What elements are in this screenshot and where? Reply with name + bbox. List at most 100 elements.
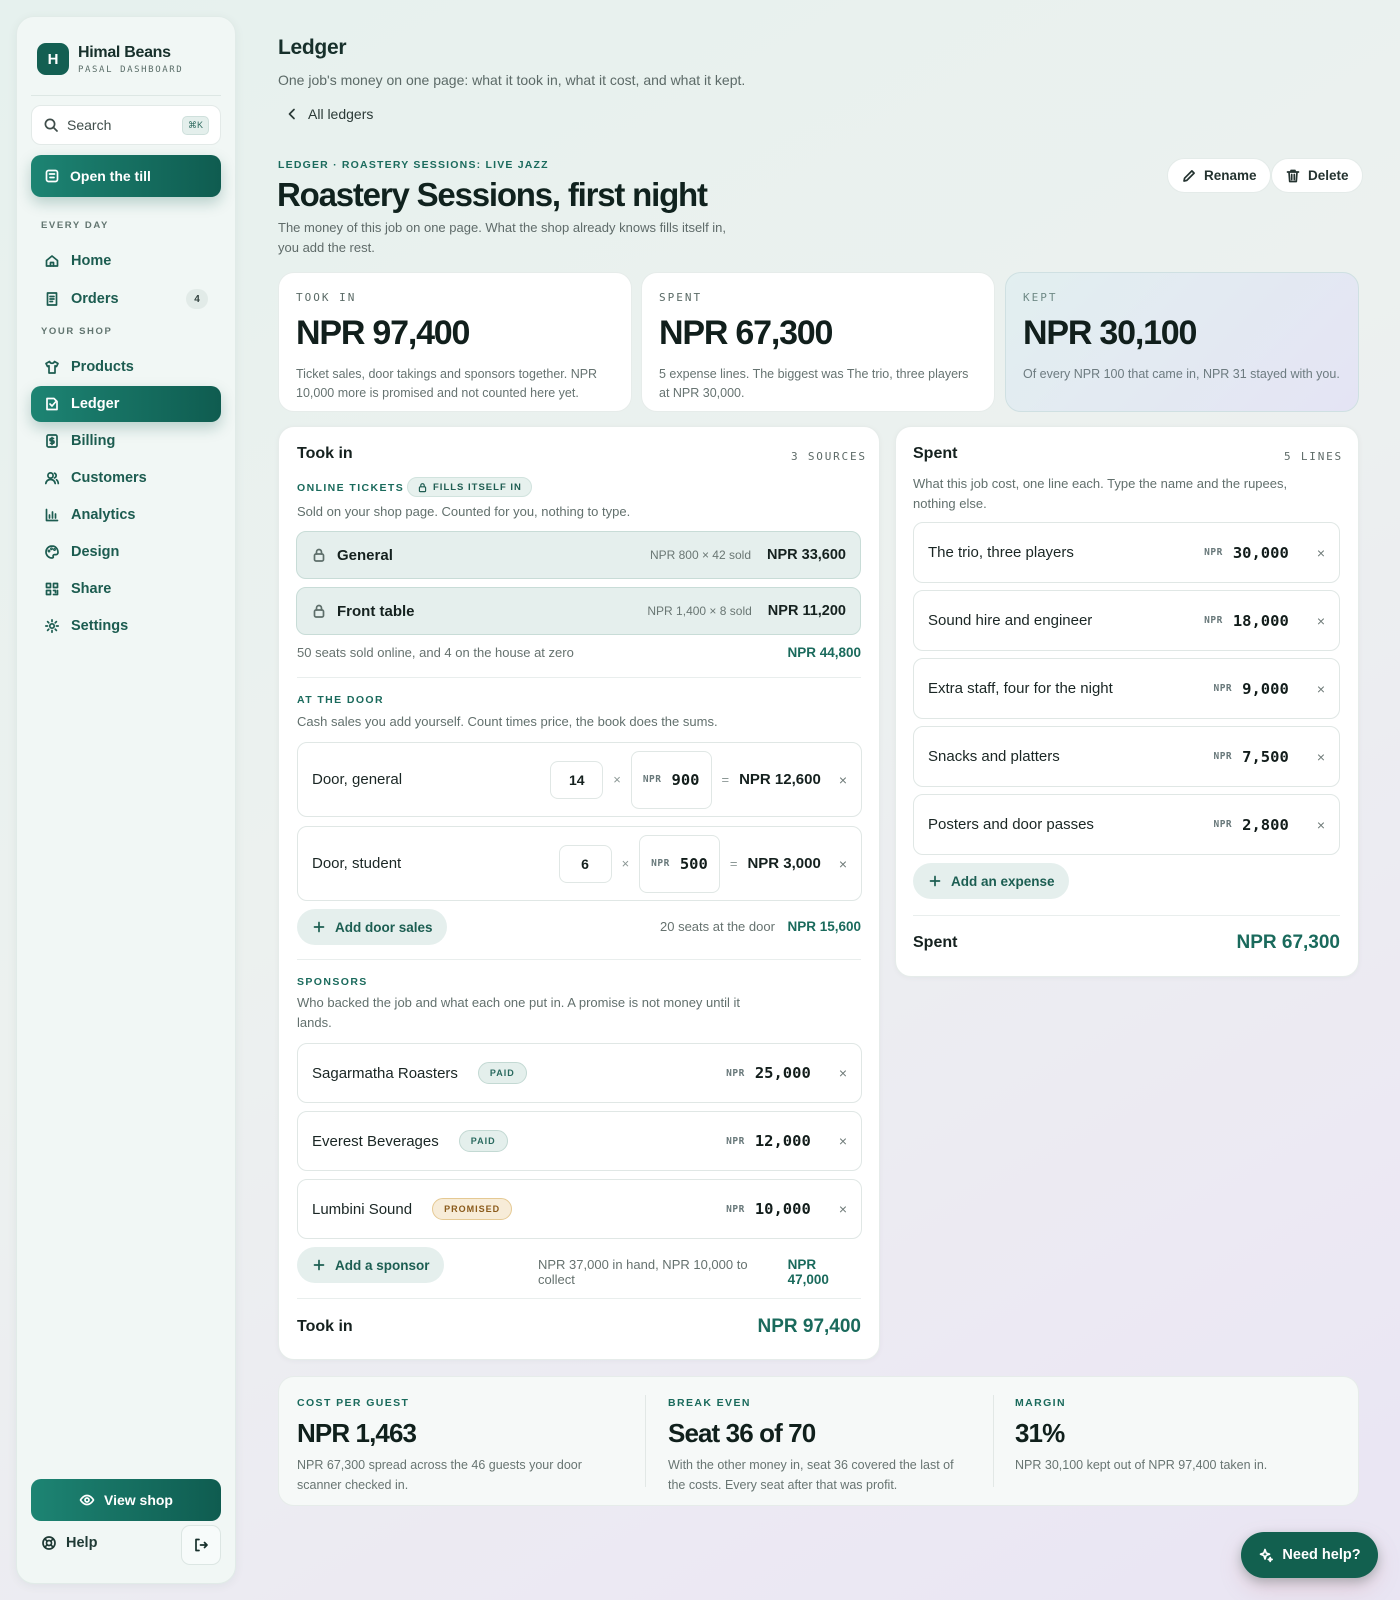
nav-share-label: Share bbox=[71, 581, 112, 597]
nav-settings-label: Settings bbox=[71, 618, 129, 634]
door-sale-name[interactable]: Door, general bbox=[312, 771, 402, 788]
rename-button[interactable]: Rename bbox=[1167, 158, 1271, 193]
sponsor-amount[interactable]: 25,000 bbox=[755, 1064, 811, 1082]
add-sponsor-button[interactable]: Add a sponsor bbox=[297, 1247, 444, 1283]
sponsor-total: NPR 47,000 bbox=[787, 1257, 829, 1287]
palette-icon bbox=[44, 544, 60, 560]
nav-billing-label: Billing bbox=[71, 433, 116, 449]
nav-billing[interactable]: Billing bbox=[31, 423, 221, 459]
expense-amount[interactable]: 9,000 bbox=[1242, 680, 1289, 698]
add-door-sales-button[interactable]: Add door sales bbox=[297, 909, 447, 945]
nav-home[interactable]: Home bbox=[31, 243, 221, 279]
door-sale-name[interactable]: Door, student bbox=[312, 855, 401, 872]
nav-customers[interactable]: Customers bbox=[31, 460, 221, 496]
remove-row-icon[interactable]: × bbox=[839, 772, 847, 788]
back-label: All ledgers bbox=[308, 106, 374, 122]
expense-amount[interactable]: 18,000 bbox=[1233, 612, 1289, 630]
price-value: 900 bbox=[671, 770, 700, 789]
remove-row-icon[interactable]: × bbox=[1317, 545, 1325, 561]
break-even-label: BREAK EVEN bbox=[668, 1397, 751, 1409]
delete-button[interactable]: Delete bbox=[1271, 158, 1363, 193]
add-expense-button[interactable]: Add an expense bbox=[913, 863, 1069, 899]
nav-ledger[interactable]: Ledger bbox=[31, 386, 221, 422]
remove-row-icon[interactable]: × bbox=[1317, 817, 1325, 833]
margin: MARGIN 31% NPR 30,100 kept out of NPR 97… bbox=[1015, 1397, 1335, 1476]
back-to-ledgers-link[interactable]: All ledgers bbox=[284, 106, 373, 122]
expense-row: Posters and door passes NPR 2,800 × bbox=[913, 794, 1340, 855]
section-your-shop: YOUR SHOP bbox=[41, 326, 113, 337]
currency-label: NPR bbox=[1204, 547, 1223, 558]
ticket-meta: NPR 800 × 42 sold bbox=[649, 548, 751, 562]
took-in-stat-card: TOOK IN NPR 97,400 Ticket sales, door ta… bbox=[278, 272, 632, 412]
status-badge[interactable]: PROMISED bbox=[432, 1198, 513, 1220]
open-till-button[interactable]: Open the till bbox=[31, 155, 221, 197]
help-link[interactable]: Help bbox=[41, 1535, 97, 1551]
remove-row-icon[interactable]: × bbox=[839, 1133, 847, 1149]
need-help-label: Need help? bbox=[1282, 1547, 1361, 1563]
nav-settings[interactable]: Settings bbox=[31, 608, 221, 644]
lock-icon bbox=[311, 603, 327, 619]
sponsor-amount[interactable]: 10,000 bbox=[755, 1200, 811, 1218]
nav-ledger-label: Ledger bbox=[71, 396, 120, 412]
quantity-input[interactable]: 14 bbox=[550, 760, 604, 799]
expense-name[interactable]: Sound hire and engineer bbox=[928, 612, 1092, 629]
sponsor-row: Sagarmatha Roasters PAID NPR 25,000 × bbox=[297, 1043, 862, 1103]
price-input[interactable]: NPR 500 bbox=[639, 834, 720, 893]
brand[interactable]: H Himal Beans PASAL DASHBOARD bbox=[37, 43, 183, 75]
status-badge[interactable]: PAID bbox=[477, 1062, 527, 1084]
nav-orders[interactable]: Orders 4 bbox=[31, 281, 221, 317]
header-title: Ledger bbox=[278, 36, 347, 59]
door-total: NPR 15,600 bbox=[787, 919, 861, 934]
spent-title: Spent bbox=[913, 445, 958, 462]
quantity-input[interactable]: 6 bbox=[558, 844, 612, 883]
price-input[interactable]: NPR 900 bbox=[630, 750, 712, 809]
currency-label: NPR bbox=[1213, 819, 1233, 830]
add-door-sales-label: Add door sales bbox=[335, 919, 433, 935]
remove-row-icon[interactable]: × bbox=[839, 856, 847, 872]
nav-customers-label: Customers bbox=[71, 470, 147, 486]
sponsor-name[interactable]: Everest Beverages bbox=[312, 1133, 439, 1150]
sponsor-name[interactable]: Sagarmatha Roasters bbox=[312, 1065, 458, 1082]
sponsor-name[interactable]: Lumbini Sound bbox=[312, 1201, 412, 1218]
divider bbox=[297, 1298, 861, 1299]
sponsor-amount[interactable]: 12,000 bbox=[755, 1132, 811, 1150]
view-shop-button[interactable]: View shop bbox=[31, 1479, 221, 1521]
expense-amount[interactable]: 30,000 bbox=[1233, 544, 1289, 562]
customers-icon bbox=[44, 470, 60, 486]
door-summary-text: 20 seats at the door bbox=[660, 919, 775, 934]
remove-row-icon[interactable]: × bbox=[839, 1201, 847, 1217]
search-input[interactable]: Search ⌘K bbox=[31, 105, 221, 145]
lock-icon bbox=[311, 547, 327, 563]
remove-row-icon[interactable]: × bbox=[839, 1065, 847, 1081]
expense-amount[interactable]: 7,500 bbox=[1242, 748, 1289, 766]
header-subtitle: One job's money on one page: what it too… bbox=[278, 72, 746, 88]
divider bbox=[297, 959, 861, 960]
remove-row-icon[interactable]: × bbox=[1317, 681, 1325, 697]
nav-analytics[interactable]: Analytics bbox=[31, 497, 221, 533]
divider bbox=[993, 1395, 994, 1487]
delete-label: Delete bbox=[1308, 168, 1349, 183]
currency-label: NPR bbox=[651, 858, 670, 869]
nav-share[interactable]: Share bbox=[31, 571, 221, 607]
expense-name[interactable]: Snacks and platters bbox=[928, 748, 1060, 765]
sponsor-row: Everest Beverages PAID NPR 12,000 × bbox=[297, 1111, 862, 1171]
status-badge[interactable]: PAID bbox=[458, 1130, 508, 1152]
nav-products[interactable]: Products bbox=[31, 349, 221, 385]
need-help-button[interactable]: Need help? bbox=[1241, 1532, 1378, 1578]
nav-orders-label: Orders bbox=[71, 291, 119, 307]
spent-footer-label: Spent bbox=[913, 934, 958, 951]
logout-button[interactable] bbox=[181, 1525, 221, 1565]
expense-amount[interactable]: 2,800 bbox=[1242, 816, 1289, 834]
door-sales-row: Door, general 14 × NPR 900 = NPR 12,600 × bbox=[297, 742, 862, 817]
cost-per-guest-description: NPR 67,300 spread across the 46 guests y… bbox=[297, 1458, 582, 1492]
expense-name[interactable]: The trio, three players bbox=[928, 544, 1074, 561]
page-title: Roastery Sessions, first night bbox=[277, 176, 708, 213]
ticket-name: Front table bbox=[337, 602, 415, 620]
nav-analytics-label: Analytics bbox=[71, 507, 136, 523]
remove-row-icon[interactable]: × bbox=[1317, 749, 1325, 765]
remove-row-icon[interactable]: × bbox=[1317, 613, 1325, 629]
currency-label: NPR bbox=[642, 774, 662, 785]
expense-name[interactable]: Extra staff, four for the night bbox=[928, 680, 1113, 697]
nav-design[interactable]: Design bbox=[31, 534, 221, 570]
expense-name[interactable]: Posters and door passes bbox=[928, 816, 1094, 833]
